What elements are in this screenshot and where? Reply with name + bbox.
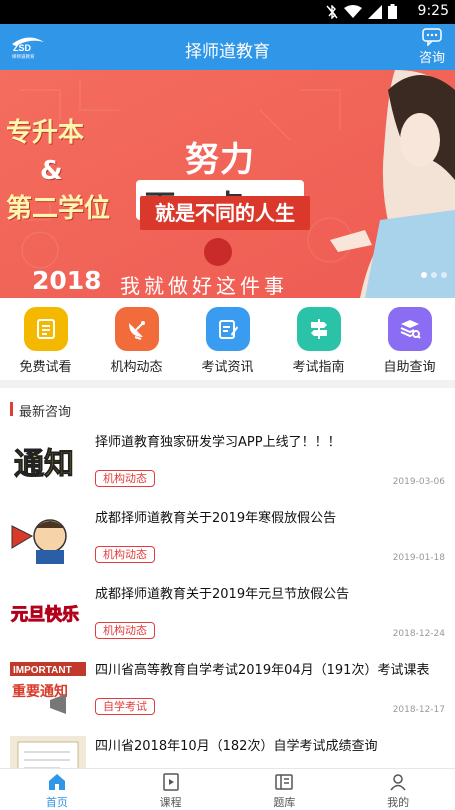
news-thumbnail xyxy=(10,508,86,564)
quick-nav: 免费试看 机构动态 考试资讯 考试指南 自助查询 xyxy=(0,298,455,380)
tab-label: 首页 xyxy=(45,796,68,809)
video-doc-icon xyxy=(23,307,68,351)
layers-search-icon xyxy=(387,307,432,351)
section-header: 最新咨询 xyxy=(0,388,455,428)
news-item[interactable]: 元旦快乐 成都择师道教育关于2019年元旦节放假公告 机构动态 2018-12-… xyxy=(0,580,455,656)
consult-button[interactable]: 咨询 xyxy=(417,28,447,66)
nav-label: 考试资讯 xyxy=(201,360,254,375)
news-title: 四川省高等教育自学考试2019年04月（191次）考试课表 xyxy=(95,663,430,678)
news-thumbnail: IMPORTANT 重要通知 xyxy=(10,660,86,716)
edit-doc-icon xyxy=(205,307,250,351)
tab-profile[interactable]: 我的 xyxy=(341,769,455,810)
slogan-top: 努力 xyxy=(185,140,255,180)
tab-label: 我的 xyxy=(387,796,410,809)
section-accent-bar xyxy=(10,402,13,416)
slogan-sub: 就是不同的人生 xyxy=(140,196,310,230)
nav-label: 考试指南 xyxy=(292,360,345,375)
nav-label: 自助查询 xyxy=(383,360,436,375)
chat-bubble-icon xyxy=(422,28,442,46)
page-title: 择师道教育 xyxy=(185,42,270,62)
nav-label: 机构动态 xyxy=(110,360,163,375)
carousel-dot[interactable] xyxy=(421,272,427,278)
news-thumbnail: 元旦快乐 xyxy=(10,584,86,640)
status-icons xyxy=(326,4,397,19)
status-bar: 9:25 xyxy=(0,0,455,24)
tab-home[interactable]: 首页 xyxy=(0,769,114,810)
satellite-dish-icon xyxy=(114,307,159,351)
news-title: 择师道教育独家研发学习APP上线了！！！ xyxy=(95,435,341,450)
news-date: 2019-03-06 xyxy=(392,477,445,487)
banner-year: 2018 xyxy=(32,266,102,295)
consult-label: 咨询 xyxy=(418,51,445,66)
bluetooth-off-icon xyxy=(326,4,338,19)
news-tag: 自学考试 xyxy=(95,698,155,715)
carousel-dot[interactable] xyxy=(431,272,437,278)
nav-self-query[interactable]: 自助查询 xyxy=(364,298,455,380)
tab-label: 题库 xyxy=(273,796,296,809)
nav-free-trial[interactable]: 免费试看 xyxy=(0,298,91,380)
nav-label: 免费试看 xyxy=(19,360,72,375)
nav-org-news[interactable]: 机构动态 xyxy=(91,298,182,380)
news-item[interactable]: 成都择师道教育关于2019年寒假放假公告 机构动态 2019-01-18 xyxy=(0,504,455,580)
course-icon xyxy=(162,773,179,791)
carousel-dot[interactable] xyxy=(441,272,447,278)
news-date: 2018-12-24 xyxy=(392,629,445,639)
banner-line-1: 专升本 xyxy=(6,118,85,148)
banner-script: 我就做好这件事 xyxy=(120,274,288,298)
banner-line-3: 第二学位 xyxy=(6,194,111,224)
news-date: 2019-01-18 xyxy=(392,553,445,563)
battery-icon xyxy=(388,4,397,19)
promo-banner[interactable]: 专升本 & 第二学位 努力 再一点 就是不同的人生 2018 我就做好这件事 xyxy=(0,70,455,298)
latest-news-section: 最新咨询 通知 择师道教育独家研发学习APP上线了！！！ 机构动态 2019-0… xyxy=(0,388,455,768)
banner-left-text: 专升本 & 第二学位 xyxy=(6,114,110,228)
news-tag: 机构动态 xyxy=(95,622,155,639)
news-tag: 机构动态 xyxy=(95,470,155,487)
section-title: 最新咨询 xyxy=(19,405,72,420)
tab-courses[interactable]: 课程 xyxy=(114,769,228,810)
tab-label: 课程 xyxy=(159,796,182,809)
news-date: 2018-12-17 xyxy=(392,705,445,715)
seal-stamp xyxy=(204,238,232,266)
nav-exam-guide[interactable]: 考试指南 xyxy=(273,298,364,380)
app-header: ZSD 择师道教育 择师道教育 咨询 xyxy=(0,24,455,70)
profile-icon xyxy=(390,774,406,791)
news-thumbnail: 通知 xyxy=(10,432,86,488)
news-title: 成都择师道教育关于2019年元旦节放假公告 xyxy=(95,587,350,602)
signpost-icon xyxy=(296,307,341,351)
tab-question-bank[interactable]: 题库 xyxy=(228,769,342,810)
news-thumbnail xyxy=(10,736,86,768)
news-item[interactable]: 通知 择师道教育独家研发学习APP上线了！！！ 机构动态 2019-03-06 xyxy=(0,428,455,504)
home-icon xyxy=(48,774,65,790)
signal-icon xyxy=(368,4,382,19)
carousel-dots xyxy=(421,272,447,278)
status-time: 9:25 xyxy=(417,3,449,19)
thumb-important-text: IMPORTANT xyxy=(13,665,72,676)
banner-line-2: & xyxy=(40,156,63,186)
wifi-icon xyxy=(344,4,362,18)
news-title: 四川省2018年10月（182次）自学考试成绩查询 xyxy=(95,739,378,754)
bottom-tab-bar: 首页 课程 题库 我的 xyxy=(0,768,455,810)
news-item[interactable]: IMPORTANT 重要通知 四川省高等教育自学考试2019年04月（191次）考… xyxy=(0,656,455,732)
news-item[interactable]: 四川省2018年10月（182次）自学考试成绩查询 xyxy=(0,732,455,768)
news-tag: 机构动态 xyxy=(95,546,155,563)
thumb-notice-text: 通知 xyxy=(14,447,74,482)
thumb-new-year-text: 元旦快乐 xyxy=(11,604,79,625)
question-bank-icon xyxy=(275,774,294,790)
nav-exam-info[interactable]: 考试资讯 xyxy=(182,298,273,380)
news-title: 成都择师道教育关于2019年寒假放假公告 xyxy=(95,511,337,526)
